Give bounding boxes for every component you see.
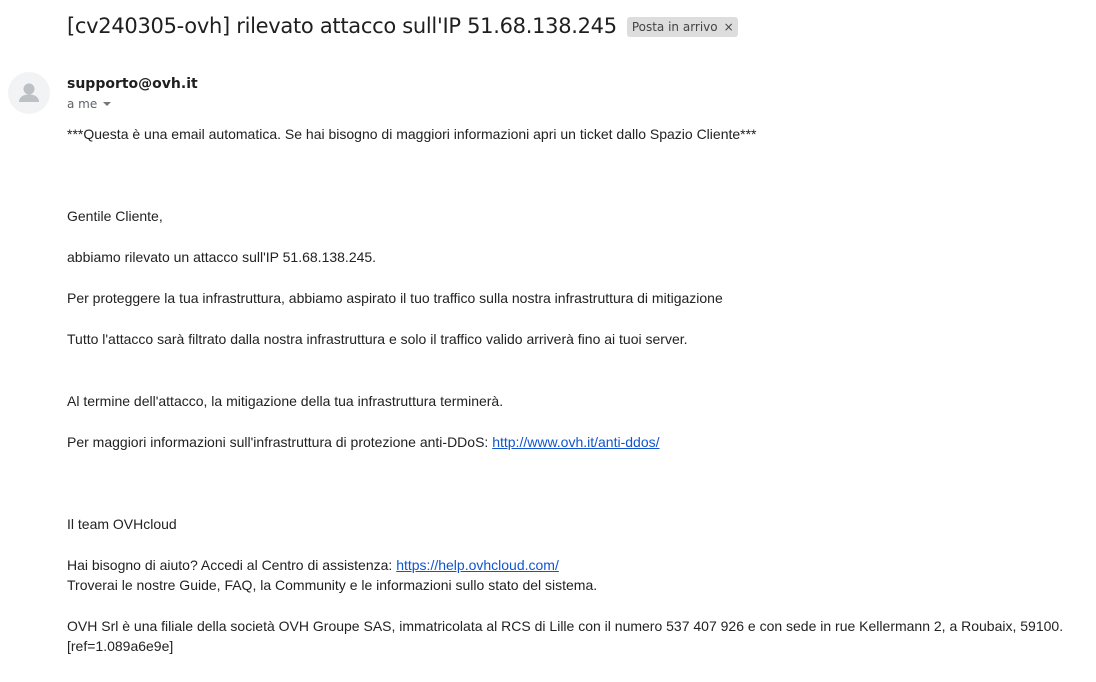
person-icon — [19, 83, 39, 102]
body-line-end: Al termine dell'attacco, la mitigazione … — [67, 393, 504, 409]
inbox-label-text: Posta in arrivo — [631, 20, 718, 34]
body-line-protect: Per proteggere la tua infrastruttura, ab… — [67, 290, 723, 306]
help-center-link[interactable]: https://help.ovhcloud.com/ — [396, 557, 559, 573]
chevron-down-icon[interactable] — [103, 102, 112, 106]
anti-ddos-link[interactable]: http://www.ovh.it/anti-ddos/ — [492, 434, 659, 450]
reference-code: [ref=1.089a6e9e] — [67, 638, 174, 654]
greeting: Gentile Cliente, — [67, 208, 163, 224]
recipient-toggle[interactable]: a me — [67, 97, 112, 111]
legal-notice: OVH Srl è una filiale della società OVH … — [67, 618, 1064, 634]
body-line-info: Per maggiori informazioni sull'infrastru… — [67, 432, 660, 452]
sender-address[interactable]: supporto@ovh.it — [67, 76, 198, 92]
help-line-2: Troverai le nostre Guide, FAQ, la Commun… — [67, 577, 598, 593]
info-text: Per maggiori informazioni sull'infrastru… — [67, 434, 493, 450]
help-text: Hai bisogno di aiuto? Accedi al Centro d… — [67, 557, 397, 573]
help-line: Hai bisogno di aiuto? Accedi al Centro d… — [67, 555, 559, 575]
remove-label-icon[interactable]: × — [724, 19, 734, 35]
recipient-text: a me — [67, 97, 98, 111]
email-subject: [cv240305-ovh] rilevato attacco sull'IP … — [67, 14, 617, 38]
subject-header: [cv240305-ovh] rilevato attacco sull'IP … — [67, 14, 738, 38]
avatar[interactable] — [8, 72, 50, 114]
body-line-detected: abbiamo rilevato un attacco sull'IP 51.6… — [67, 249, 377, 265]
signature: Il team OVHcloud — [67, 516, 177, 532]
automated-notice: ***Questa è una email automatica. Se hai… — [67, 126, 757, 142]
body-line-filtered: Tutto l'attacco sarà filtrato dalla nost… — [67, 331, 688, 347]
inbox-label-chip[interactable]: Posta in arrivo × — [626, 17, 738, 37]
